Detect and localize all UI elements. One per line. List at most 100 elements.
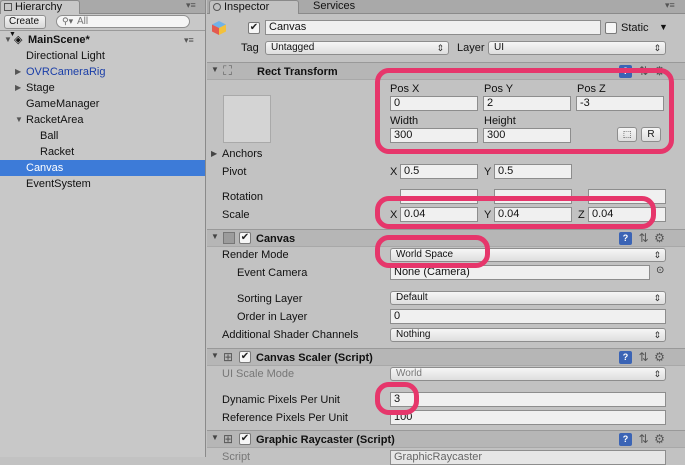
tree-item-label: Stage bbox=[26, 82, 55, 94]
scale-z-input[interactable]: 0.04 bbox=[588, 207, 666, 222]
static-checkbox[interactable] bbox=[605, 22, 617, 34]
script-field: GraphicRaycaster bbox=[390, 450, 666, 465]
expand-arrow-icon[interactable]: ▼ bbox=[4, 32, 12, 48]
graphic-raycaster-header[interactable]: ▼ ⊞ ✔ Graphic Raycaster (Script) ? ⇅ ⚙ bbox=[207, 430, 685, 448]
hierarchy-tabbar: Hierarchy ▾≡ bbox=[0, 0, 205, 14]
preset-icon[interactable]: ⇅ bbox=[637, 433, 650, 446]
pos-y-input[interactable]: 2 bbox=[483, 96, 571, 111]
shader-channels-dropdown[interactable]: Nothing ⇕ bbox=[390, 328, 666, 342]
tree-item-directional-light[interactable]: Directional Light bbox=[0, 48, 205, 64]
collapse-arrow-icon[interactable]: ▼ bbox=[211, 351, 219, 360]
collapse-arrow-icon[interactable]: ▼ bbox=[211, 433, 219, 442]
expand-arrow-icon[interactable]: ▶ bbox=[15, 64, 21, 80]
pivot-y-input[interactable]: 0.5 bbox=[494, 164, 572, 179]
blueprint-mode-button[interactable]: ⬚ bbox=[617, 127, 637, 142]
reference-pixels-input[interactable]: 100 bbox=[390, 410, 666, 425]
order-in-layer-label: Order in Layer bbox=[237, 311, 308, 323]
anchors-label[interactable]: Anchors bbox=[222, 147, 262, 161]
order-in-layer-input[interactable]: 0 bbox=[390, 309, 666, 324]
help-book-icon[interactable]: ? bbox=[619, 433, 632, 446]
static-dropdown-icon[interactable]: ▼ bbox=[659, 22, 668, 32]
pos-x-input[interactable]: 0 bbox=[390, 96, 478, 111]
scale-x-input[interactable]: 0.04 bbox=[400, 207, 478, 222]
raw-edit-button[interactable]: R bbox=[641, 127, 661, 142]
expand-arrow-icon[interactable]: ▶ bbox=[15, 80, 21, 96]
rotation-x-input[interactable] bbox=[400, 189, 478, 204]
script-label: Script bbox=[222, 451, 251, 463]
preset-icon[interactable]: ⇅ bbox=[637, 351, 650, 364]
preset-icon[interactable]: ⇅ bbox=[637, 65, 650, 78]
height-input[interactable]: 300 bbox=[483, 128, 571, 143]
tree-item-label: Canvas bbox=[26, 162, 64, 174]
tree-item-canvas[interactable]: Canvas bbox=[0, 160, 205, 176]
event-camera-field[interactable]: None (Camera) bbox=[390, 265, 650, 280]
layer-dropdown[interactable]: UI ⇕ bbox=[488, 41, 666, 55]
collapse-arrow-icon[interactable]: ▼ bbox=[211, 232, 219, 241]
tree-item-eventsystem[interactable]: EventSystem bbox=[0, 176, 205, 192]
preset-icon[interactable]: ⇅ bbox=[637, 232, 650, 245]
panel-menu-icon[interactable]: ▾≡ bbox=[665, 0, 675, 11]
tree-item-ball[interactable]: Ball bbox=[0, 128, 205, 144]
collapse-arrow-icon[interactable]: ▼ bbox=[211, 65, 219, 74]
width-input[interactable]: 300 bbox=[390, 128, 478, 143]
tab-services[interactable]: Services bbox=[305, 0, 363, 14]
layer-label: Layer bbox=[457, 42, 485, 54]
pos-z-input[interactable]: -3 bbox=[576, 96, 664, 111]
search-placeholder: All bbox=[77, 16, 89, 27]
canvas-scaler-header[interactable]: ▼ ⊞ ✔ Canvas Scaler (Script) ? ⇅ ⚙ bbox=[207, 348, 685, 366]
pivot-x-input[interactable]: 0.5 bbox=[400, 164, 478, 179]
rotation-z-input[interactable] bbox=[588, 189, 666, 204]
canvas-component-title: Canvas bbox=[256, 233, 296, 245]
gear-icon[interactable]: ⚙ bbox=[653, 232, 666, 245]
object-name-input[interactable]: Canvas bbox=[265, 20, 601, 35]
canvas-scaler-enabled-checkbox[interactable]: ✔ bbox=[239, 351, 251, 363]
graphic-raycaster-enabled-checkbox[interactable]: ✔ bbox=[239, 433, 251, 445]
tree-item-ovrcamerarig[interactable]: ▶ OVRCameraRig bbox=[0, 64, 205, 80]
dynamic-pixels-input[interactable]: 3 bbox=[390, 392, 666, 407]
tree-item-label: Ball bbox=[40, 130, 59, 142]
tree-item-stage[interactable]: ▶ Stage bbox=[0, 80, 205, 96]
sorting-layer-dropdown[interactable]: Default ⇕ bbox=[390, 291, 666, 305]
create-button[interactable]: Create ▼ bbox=[4, 15, 46, 38]
tag-dropdown[interactable]: Untagged ⇕ bbox=[265, 41, 449, 55]
active-checkbox[interactable]: ✔ bbox=[248, 22, 260, 34]
tree-item-gamemanager[interactable]: GameManager bbox=[0, 96, 205, 112]
gear-icon[interactable]: ⚙ bbox=[653, 351, 666, 364]
panel-menu-icon[interactable]: ▾≡ bbox=[186, 0, 196, 11]
gear-icon[interactable]: ⚙ bbox=[653, 65, 666, 78]
anchor-presets-button[interactable] bbox=[223, 95, 271, 143]
tree-item-racket[interactable]: Racket bbox=[0, 144, 205, 160]
tab-inspector-label: Inspector bbox=[224, 1, 270, 13]
object-picker-icon[interactable]: ⊙ bbox=[656, 265, 664, 276]
scene-row[interactable]: ▼ ◈ MainScene* ▾≡ bbox=[0, 32, 205, 48]
canvas-component-header[interactable]: ▼ ✔ Canvas ? ⇅ ⚙ bbox=[207, 229, 685, 247]
render-mode-value: World Space bbox=[396, 249, 454, 260]
canvas-component-icon bbox=[223, 232, 235, 244]
scale-y-input[interactable]: 0.04 bbox=[494, 207, 572, 222]
search-input[interactable]: ⚲▾ All bbox=[56, 15, 190, 28]
shader-channels-label: Additional Shader Channels bbox=[222, 329, 359, 341]
help-book-icon[interactable]: ? bbox=[619, 65, 632, 78]
tab-inspector[interactable]: Inspector bbox=[209, 0, 299, 14]
reference-pixels-label: Reference Pixels Per Unit bbox=[222, 412, 348, 424]
canvas-enabled-checkbox[interactable]: ✔ bbox=[239, 232, 251, 244]
collapse-arrow-icon[interactable]: ▼ bbox=[15, 112, 23, 128]
rect-transform-icon: ⛶ bbox=[223, 63, 233, 78]
tree-item-racketarea[interactable]: ▼ RacketArea bbox=[0, 112, 205, 128]
tab-hierarchy[interactable]: Hierarchy bbox=[0, 0, 80, 14]
help-book-icon[interactable]: ? bbox=[619, 351, 632, 364]
pivot-label: Pivot bbox=[222, 166, 247, 178]
help-book-icon[interactable]: ? bbox=[619, 232, 632, 245]
inspector-panel: Inspector Services ▾≡ ✔ Canvas Static ▼ … bbox=[207, 0, 685, 465]
render-mode-dropdown[interactable]: World Space ⇕ bbox=[390, 248, 666, 262]
rect-transform-header[interactable]: ▼ ⛶ Rect Transform ? ⇅ ⚙ bbox=[207, 62, 685, 80]
scene-menu-icon[interactable]: ▾≡ bbox=[184, 32, 194, 48]
updown-icon: ⇕ bbox=[653, 293, 661, 303]
updown-icon: ⇕ bbox=[436, 43, 444, 53]
gear-icon[interactable]: ⚙ bbox=[653, 433, 666, 446]
rotation-y-input[interactable] bbox=[494, 189, 572, 204]
hierarchy-toolbar: Create ▼ ⚲▾ All bbox=[0, 14, 205, 38]
expand-arrow-icon[interactable]: ▶ bbox=[211, 149, 217, 158]
canvas-scaler-icon: ⊞ bbox=[223, 350, 234, 364]
graphic-raycaster-title: Graphic Raycaster (Script) bbox=[256, 434, 395, 446]
